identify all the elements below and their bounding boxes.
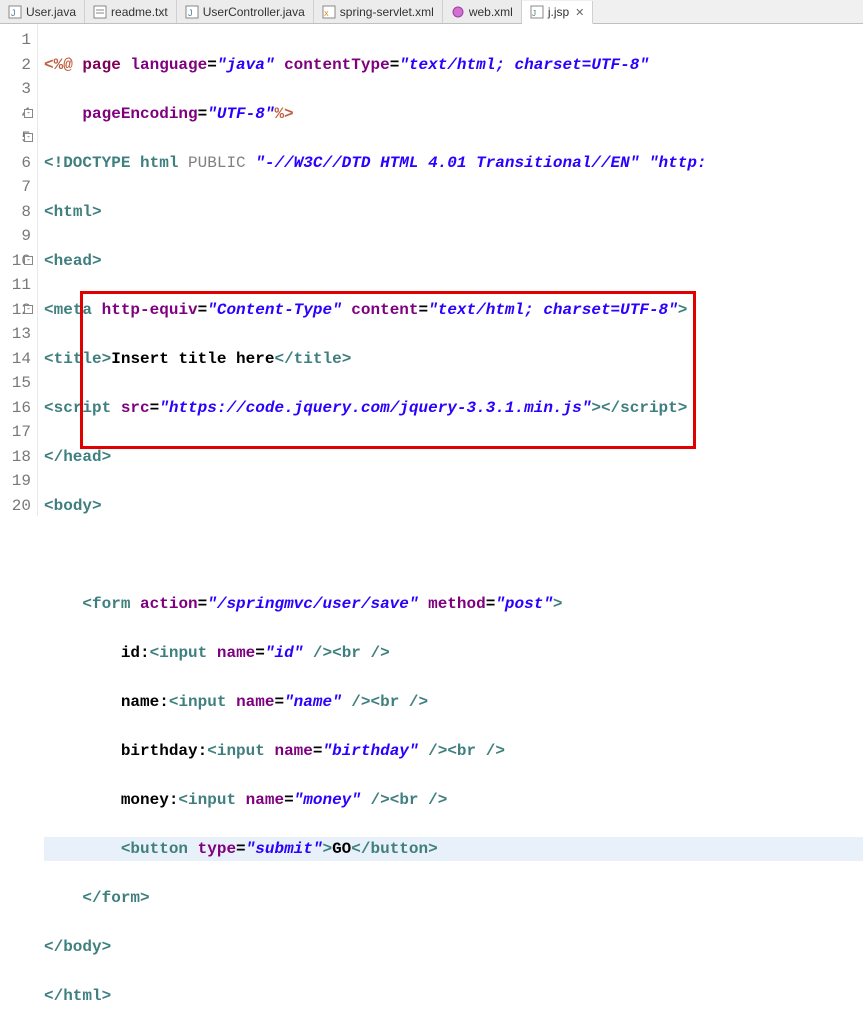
code-line: <script src="https://code.jquery.com/jqu… [44, 396, 863, 421]
svg-text:J: J [188, 8, 193, 18]
line-number-gutter: 123 4- 5- 6789 10- 11 12- 13141516 17181… [0, 24, 38, 516]
tab-user-java[interactable]: J User.java [0, 0, 85, 23]
close-icon[interactable]: ✕ [575, 6, 584, 19]
tab-usercontroller[interactable]: J UserController.java [177, 0, 314, 23]
tab-label: UserController.java [203, 5, 305, 19]
code-line: money:<input name="money" /><br /> [44, 788, 863, 813]
code-line [44, 543, 863, 568]
tab-j-jsp[interactable]: J j.jsp ✕ [522, 1, 594, 24]
tab-web-xml[interactable]: web.xml [443, 0, 522, 23]
tab-label: spring-servlet.xml [340, 5, 434, 19]
xml-file-icon: X [322, 5, 336, 19]
code-line: <body> [44, 494, 863, 519]
tab-label: readme.txt [111, 5, 168, 19]
fold-icon[interactable]: - [24, 133, 33, 142]
code-line: </head> [44, 445, 863, 470]
code-line: pageEncoding="UTF-8"%> [44, 102, 863, 127]
svg-text:J: J [11, 8, 16, 18]
code-line: <!DOCTYPE html PUBLIC "-//W3C//DTD HTML … [44, 151, 863, 176]
editor-tab-bar: J User.java readme.txt J UserController.… [0, 0, 863, 24]
txt-file-icon [93, 5, 107, 19]
tab-label: User.java [26, 5, 76, 19]
code-line: <meta http-equiv="Content-Type" content=… [44, 298, 863, 323]
code-line: </body> [44, 935, 863, 960]
tab-label: j.jsp [548, 5, 569, 19]
code-line: <button type="submit">GO</button> [44, 837, 863, 862]
fold-icon[interactable]: - [24, 305, 33, 314]
code-line: name:<input name="name" /><br /> [44, 690, 863, 715]
jsp-file-icon: J [530, 5, 544, 19]
svg-text:J: J [532, 9, 536, 18]
code-line: <head> [44, 249, 863, 274]
tab-label: web.xml [469, 5, 513, 19]
code-line: </form> [44, 886, 863, 911]
code-line: <%@ page language="java" contentType="te… [44, 53, 863, 78]
tab-spring-servlet[interactable]: X spring-servlet.xml [314, 0, 443, 23]
code-area[interactable]: <%@ page language="java" contentType="te… [38, 24, 863, 516]
code-line: <form action="/springmvc/user/save" meth… [44, 592, 863, 617]
code-line: id:<input name="id" /><br /> [44, 641, 863, 666]
code-line: <html> [44, 200, 863, 225]
code-line: <title>Insert title here</title> [44, 347, 863, 372]
fold-icon[interactable]: - [24, 109, 33, 118]
code-line: </html> [44, 984, 863, 1009]
java-file-icon: J [8, 5, 22, 19]
code-line: birthday:<input name="birthday" /><br /> [44, 739, 863, 764]
svg-text:X: X [324, 11, 329, 18]
code-editor[interactable]: 123 4- 5- 6789 10- 11 12- 13141516 17181… [0, 24, 863, 516]
java-file-icon: J [185, 5, 199, 19]
xml-web-file-icon [451, 5, 465, 19]
tab-readme[interactable]: readme.txt [85, 0, 177, 23]
fold-icon[interactable]: - [24, 256, 33, 265]
